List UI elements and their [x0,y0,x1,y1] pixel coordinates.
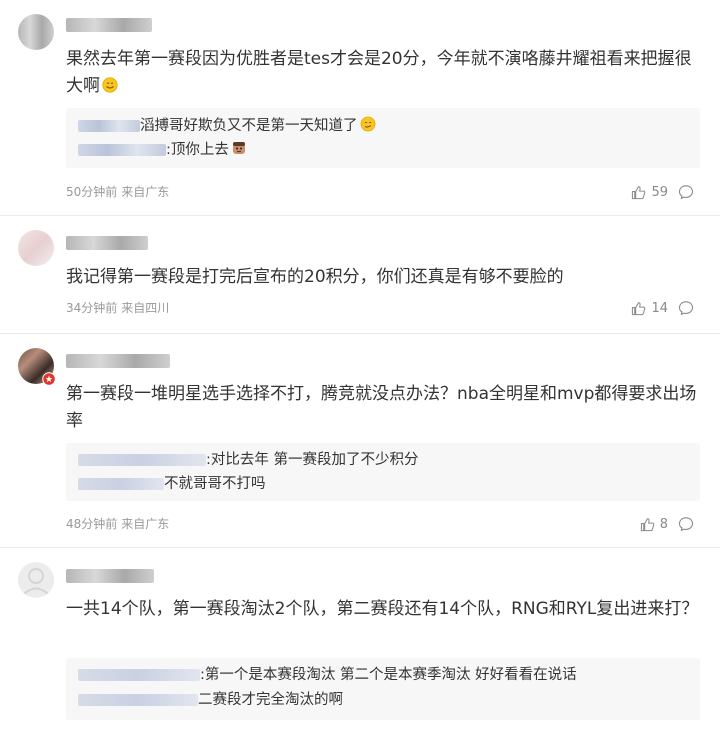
timestamp: 34分钟前 [66,301,118,315]
like-button[interactable]: 14 [631,301,668,316]
reply-item[interactable]: :对比去年 第一赛段加了不少积分 [78,449,419,471]
username[interactable] [66,236,148,250]
reply-item[interactable]: 滔搏哥好欺负又不是第一天知道了 [78,115,376,137]
reply-item[interactable]: :顶你上去 [78,139,247,161]
comment-text: 果然去年第一赛段因为优胜者是tes才会是20分，今年就不演咯藤井耀祖看来把握很大… [66,49,692,96]
comment-text: 我记得第一赛段是打完后宣布的20积分，你们还真是有够不要脸的 [66,267,564,287]
avatar[interactable] [18,230,54,266]
comment-text: 第一赛段一堆明星选手选择不打，腾竞就没点办法？nba全明星和mvp都得要求出场率 [66,384,697,431]
comment-item: 一共14个队，第一赛段淘汰2个队，第二赛段还有14个队，RNG和RYL复出进来打… [0,548,720,730]
comment-bubble-icon[interactable] [678,184,694,200]
thumbs-up-icon [631,301,646,316]
timestamp: 50分钟前 [66,185,118,199]
reply-item[interactable]: :第一个是本赛段淘汰 第二个是本赛季淘汰 好好看看在说话 [78,664,577,686]
avatar[interactable] [18,14,54,50]
username[interactable] [66,569,154,583]
comment-actions: 59 [631,183,694,201]
location: 来自广东 [121,185,170,199]
default-avatar-icon [22,568,50,596]
comment-meta: 48分钟前 来自广东 [66,515,173,533]
like-count: 14 [651,300,668,316]
like-count: 8 [659,516,668,532]
comment-actions: 8 [640,515,694,533]
face-emoji-icon [232,142,245,154]
reply-username[interactable] [78,454,206,466]
comment-item: 果然去年第一赛段因为优胜者是tes才会是20分，今年就不演咯藤井耀祖看来把握很大… [0,0,720,216]
avatar[interactable] [18,562,54,598]
reply-username[interactable] [78,694,198,706]
comment-actions: 14 [631,299,694,317]
thumbs-up-icon [631,185,646,200]
comment-text: 一共14个队，第一赛段淘汰2个队，第二赛段还有14个队，RNG和RYL复出进来打… [66,599,699,619]
timestamp: 48分钟前 [66,517,118,531]
comment-meta: 50分钟前 来自广东 [66,183,173,201]
smirk-emoji-icon [360,116,375,132]
reply-username[interactable] [78,669,200,681]
like-count: 59 [651,184,668,200]
comment-bubble-icon[interactable] [678,516,694,532]
reply-username[interactable] [78,144,166,156]
username[interactable] [66,354,170,368]
comment-meta: 34分钟前 来自四川 [66,299,173,317]
reply-box: :对比去年 第一赛段加了不少积分 不就哥哥不打吗 [66,443,700,501]
like-button[interactable]: 8 [640,517,668,532]
comment-bubble-icon[interactable] [678,300,694,316]
comment-item: 我记得第一赛段是打完后宣布的20积分，你们还真是有够不要脸的 34分钟前 来自四川… [0,216,720,334]
comment-feed: 果然去年第一赛段因为优胜者是tes才会是20分，今年就不演咯藤井耀祖看来把握很大… [0,0,720,730]
comment-item: 第一赛段一堆明星选手选择不打，腾竞就没点办法？nba全明星和mvp都得要求出场率… [0,334,720,548]
reply-box: 滔搏哥好欺负又不是第一天知道了 :顶你上去 [66,108,700,168]
reply-username[interactable] [78,478,164,490]
location: 来自广东 [121,517,170,531]
reply-box: :第一个是本赛段淘汰 第二个是本赛季淘汰 好好看看在说话 二赛段才完全淘汰的啊 [66,658,700,720]
location: 来自四川 [121,301,170,315]
username[interactable] [66,18,152,32]
reply-item[interactable]: 不就哥哥不打吗 [78,473,266,495]
like-button[interactable]: 59 [631,185,668,200]
reply-username[interactable] [78,120,140,132]
verified-badge-icon [42,372,56,386]
thumbs-up-icon [640,517,655,532]
smile-emoji-icon [102,77,118,93]
reply-item[interactable]: 二赛段才完全淘汰的啊 [78,689,343,711]
